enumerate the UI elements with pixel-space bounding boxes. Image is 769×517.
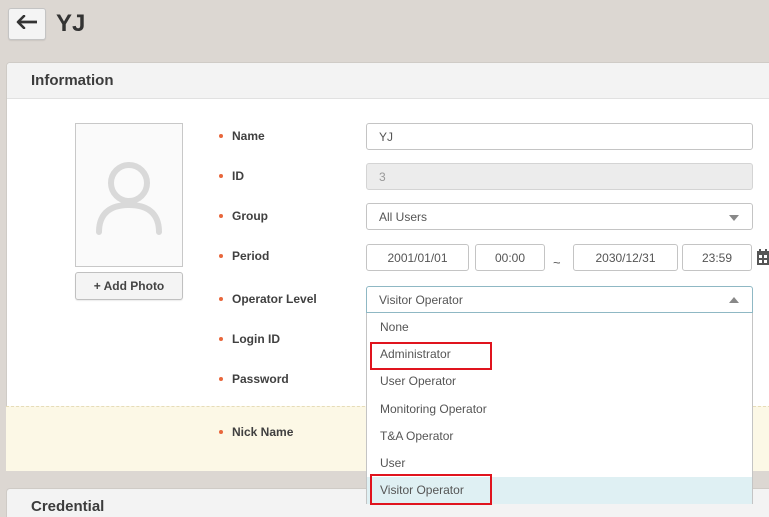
end-date-field[interactable]: 2030/12/31: [573, 244, 678, 271]
user-silhouette-icon: [95, 159, 165, 242]
name-label: Name: [232, 129, 265, 143]
group-select[interactable]: All Users: [366, 203, 753, 230]
information-section-title: Information: [7, 63, 769, 99]
nick-name-label: Nick Name: [232, 425, 294, 439]
required-bullet: [219, 134, 223, 138]
option-monitoring-operator[interactable]: Monitoring Operator: [367, 395, 752, 422]
option-none[interactable]: None: [367, 313, 752, 340]
highlight-administrator: [370, 342, 492, 370]
back-button[interactable]: [8, 8, 46, 40]
page-title: YJ: [56, 10, 86, 37]
operator-level-select[interactable]: Visitor Operator: [366, 286, 753, 313]
chevron-up-icon: [729, 297, 739, 303]
password-label: Password: [232, 372, 289, 386]
end-time-value: 23:59: [701, 250, 733, 265]
end-time-field[interactable]: 23:59: [682, 244, 752, 271]
operator-level-value: Visitor Operator: [379, 292, 463, 307]
required-bullet: [219, 254, 223, 258]
required-bullet: [219, 377, 223, 381]
start-time-field[interactable]: 00:00: [475, 244, 545, 271]
start-date-field[interactable]: 2001/01/01: [366, 244, 469, 271]
required-bullet: [219, 214, 223, 218]
required-bullet: [219, 430, 223, 434]
required-bullet: [219, 174, 223, 178]
calendar-icon[interactable]: [757, 249, 769, 270]
operator-level-label: Operator Level: [232, 292, 317, 306]
start-date-value: 2001/01/01: [387, 250, 448, 265]
id-label: ID: [232, 169, 244, 183]
arrow-left-icon: [16, 14, 38, 34]
id-value: 3: [379, 169, 386, 184]
name-value: YJ: [379, 129, 394, 144]
period-separator: ~: [553, 255, 561, 270]
group-value: All Users: [379, 209, 428, 224]
option-user-operator[interactable]: User Operator: [367, 368, 752, 395]
start-time-value: 00:00: [494, 250, 526, 265]
end-date-value: 2030/12/31: [595, 250, 656, 265]
required-bullet: [219, 297, 223, 301]
option-ta-operator[interactable]: T&A Operator: [367, 422, 752, 449]
photo-frame: [75, 123, 183, 267]
id-field: 3: [366, 163, 753, 190]
period-label: Period: [232, 249, 270, 263]
option-user[interactable]: User: [367, 449, 752, 476]
chevron-down-icon: [729, 215, 739, 221]
login-id-label: Login ID: [232, 332, 280, 346]
highlight-visitor-operator: [370, 474, 492, 505]
required-bullet: [219, 337, 223, 341]
add-photo-button[interactable]: + Add Photo: [75, 272, 183, 300]
group-label: Group: [232, 209, 268, 223]
name-field[interactable]: YJ: [366, 123, 753, 150]
